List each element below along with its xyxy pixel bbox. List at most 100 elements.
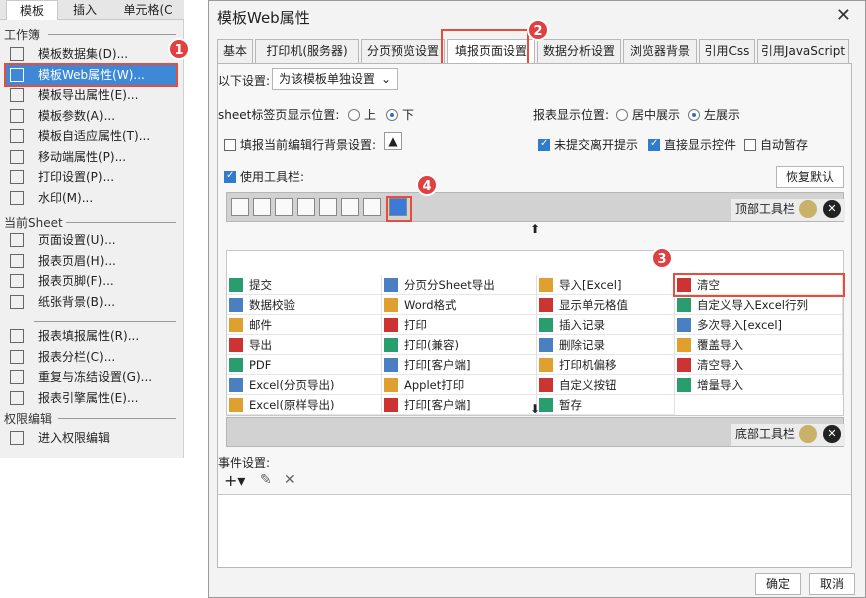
radio-report-left[interactable]: 左展示 xyxy=(688,106,740,123)
menu-item-wb-6[interactable]: 打印设置(P)... xyxy=(6,167,176,187)
menu-item-wb-7[interactable]: 水印(M)... xyxy=(6,188,176,208)
bottom-toolbar-label-area: 底部工具栏 ✕ xyxy=(731,424,845,446)
show-controls-checkbox[interactable]: 直接显示控件 xyxy=(648,136,736,153)
parameter-icon xyxy=(10,108,24,123)
close-icon[interactable]: ✕ xyxy=(836,5,851,26)
gear-icon[interactable] xyxy=(799,425,817,443)
menu-item-sheet-2[interactable]: 报表页脚(F)... xyxy=(6,271,176,291)
toolbar-option-2-5[interactable]: 自定义按钮 xyxy=(537,375,675,395)
move-up-arrow-icon[interactable]: ⬆ xyxy=(530,222,540,236)
print-icon[interactable] xyxy=(297,198,315,216)
toolbar-option-2-0[interactable]: 导入[Excel] xyxy=(537,275,675,295)
toolbar-option-1-6[interactable]: 打印[客户端] xyxy=(382,395,537,415)
toolbar-option-3-1[interactable]: 自定义导入Excel行列 xyxy=(675,295,843,315)
toolbar-option-2-1[interactable]: 显示单元格值 xyxy=(537,295,675,315)
delete-icon[interactable]: ✕ xyxy=(284,472,296,488)
fill-color-icon[interactable]: ▲ xyxy=(384,132,402,150)
bottom-toolbar-strip: 底部工具栏 ✕ xyxy=(226,417,845,447)
radio-sheet-bottom[interactable]: 下 xyxy=(386,106,414,123)
option-label: 邮件 xyxy=(249,318,272,332)
menu-item-wb-3[interactable]: 模板参数(A)... xyxy=(6,106,176,126)
unsubmit-prompt-checkbox[interactable]: 未提交离开提示 xyxy=(538,136,638,153)
menu-item-sheet-1[interactable]: 报表页眉(H)... xyxy=(6,251,176,271)
toolbar-option-1-0[interactable]: 分页分Sheet导出 xyxy=(382,275,537,295)
option-icon xyxy=(677,338,691,352)
save-icon[interactable] xyxy=(363,198,381,216)
toolbar-option-2-6[interactable]: 暂存 xyxy=(537,395,675,415)
event-list-area[interactable] xyxy=(218,494,851,567)
toolbar-option-3-2[interactable]: 多次导入[excel] xyxy=(675,315,843,335)
option-label: Word格式 xyxy=(404,298,457,312)
toolbar-option-0-5[interactable]: Excel(分页导出) xyxy=(227,375,382,395)
tab-basic[interactable]: 基本 xyxy=(217,39,253,63)
edit-icon[interactable]: ✎ xyxy=(260,472,272,488)
tab-template[interactable]: 模板 xyxy=(6,0,58,20)
toolbar-option-1-4[interactable]: 打印[客户端] xyxy=(382,355,537,375)
toolbar-option-0-6[interactable]: Excel(原样导出) xyxy=(227,395,382,415)
toolbar-option-2-2[interactable]: 插入记录 xyxy=(537,315,675,335)
restore-default-button[interactable]: 恢复默认 xyxy=(776,166,844,188)
toolbar-option-1-5[interactable]: Applet打印 xyxy=(382,375,537,395)
option-label: PDF xyxy=(249,358,272,372)
menu-item-sheet-3[interactable]: 纸张背景(B)... xyxy=(6,292,176,312)
tab-browser-background[interactable]: 浏览器背景 xyxy=(623,39,697,63)
auto-save-checkbox[interactable]: 自动暂存 xyxy=(744,136,808,153)
add-event-icon[interactable]: +▾ xyxy=(224,471,245,490)
menu-item-wb-1[interactable]: 模板Web属性(W)... xyxy=(4,62,178,87)
close-icon[interactable]: ✕ xyxy=(823,200,841,218)
move-down-arrow-icon[interactable]: ⬇ xyxy=(530,402,540,416)
use-toolbar-checkbox[interactable]: 使用工具栏: xyxy=(224,168,304,185)
radio-sheet-top[interactable]: 上 xyxy=(348,106,376,123)
email-icon[interactable] xyxy=(341,198,359,216)
settings-scope-select[interactable]: 为该模板单独设置 ⌄ xyxy=(272,68,398,90)
toolbar-option-2-4[interactable]: 打印机偏移 xyxy=(537,355,675,375)
toolbar-option-0-1[interactable]: 数据校验 xyxy=(227,295,382,315)
option-label: 导出 xyxy=(249,338,272,352)
close-icon[interactable]: ✕ xyxy=(823,425,841,443)
menu-item-sheet-4[interactable]: 报表填报属性(R)... xyxy=(6,326,176,346)
menu-item-wb-2[interactable]: 模板导出属性(E)... xyxy=(6,85,176,105)
toolbar-option-0-2[interactable]: 邮件 xyxy=(227,315,382,335)
export-icon[interactable] xyxy=(319,198,337,216)
pdf-icon[interactable] xyxy=(275,198,293,216)
top-toolbar-label-area: 顶部工具栏 ✕ xyxy=(731,199,845,221)
toolbar-option-3-3[interactable]: 覆盖导入 xyxy=(675,335,843,355)
menu-item-wb-5[interactable]: 移动端属性(P)... xyxy=(6,147,176,167)
toolbar-option-3-5[interactable]: 增量导入 xyxy=(675,375,843,395)
menu-item-wb-0[interactable]: 模板数据集(D)... xyxy=(6,44,176,64)
menu-item-perm-0[interactable]: 进入权限编辑 xyxy=(6,428,176,448)
toolbar-option-0-0[interactable]: 提交 xyxy=(227,275,382,295)
radio-report-center[interactable]: 居中展示 xyxy=(616,106,680,123)
cancel-button[interactable]: 取消 xyxy=(809,573,855,595)
gear-icon[interactable] xyxy=(799,200,817,218)
toolbar-option-1-3[interactable]: 打印(兼容) xyxy=(382,335,537,355)
toolbar-option-0-3[interactable]: 导出 xyxy=(227,335,382,355)
tab-page-preview[interactable]: 分页预览设置 xyxy=(361,39,445,63)
menu-item-sheet-6[interactable]: 重复与冻结设置(G)... xyxy=(6,367,176,387)
menu-item-sheet-5[interactable]: 报表分栏(C)... xyxy=(6,347,176,367)
menu-item-wb-4[interactable]: 模板自适应属性(T)... xyxy=(6,126,176,146)
option-icon xyxy=(539,338,553,352)
divider xyxy=(66,222,176,223)
tab-cell[interactable]: 单元格(C xyxy=(114,0,182,20)
toolbar-option-3-4[interactable]: 清空导入 xyxy=(675,355,843,375)
menu-item-sheet-0[interactable]: 页面设置(U)... xyxy=(6,230,176,250)
menu-item-sheet-7[interactable]: 报表引擎属性(E)... xyxy=(6,388,176,408)
fill-background-checkbox[interactable]: 填报当前编辑行背景设置: xyxy=(224,136,376,153)
tab-printer-server[interactable]: 打印机(服务器) xyxy=(255,39,359,63)
menu-item-label: 报表分栏(C)... xyxy=(38,349,116,364)
ok-button[interactable]: 确定 xyxy=(755,573,801,595)
toolbar-option-0-4[interactable]: PDF xyxy=(227,355,382,375)
option-label: 覆盖导入 xyxy=(697,338,743,352)
toolbar-option-2-3[interactable]: 删除记录 xyxy=(537,335,675,355)
toolbar-option-1-1[interactable]: Word格式 xyxy=(382,295,537,315)
toolbar-option-1-2[interactable]: 打印 xyxy=(382,315,537,335)
submit-icon[interactable] xyxy=(231,198,249,216)
option-label: 打印[客户端] xyxy=(404,358,471,372)
tab-css[interactable]: 引用Css xyxy=(699,39,755,63)
tab-data-analysis[interactable]: 数据分析设置 xyxy=(537,39,621,63)
tab-insert[interactable]: 插入 xyxy=(60,0,110,20)
verify-icon[interactable] xyxy=(253,198,271,216)
option-icon xyxy=(384,358,398,372)
tab-javascript[interactable]: 引用JavaScript xyxy=(757,39,849,63)
